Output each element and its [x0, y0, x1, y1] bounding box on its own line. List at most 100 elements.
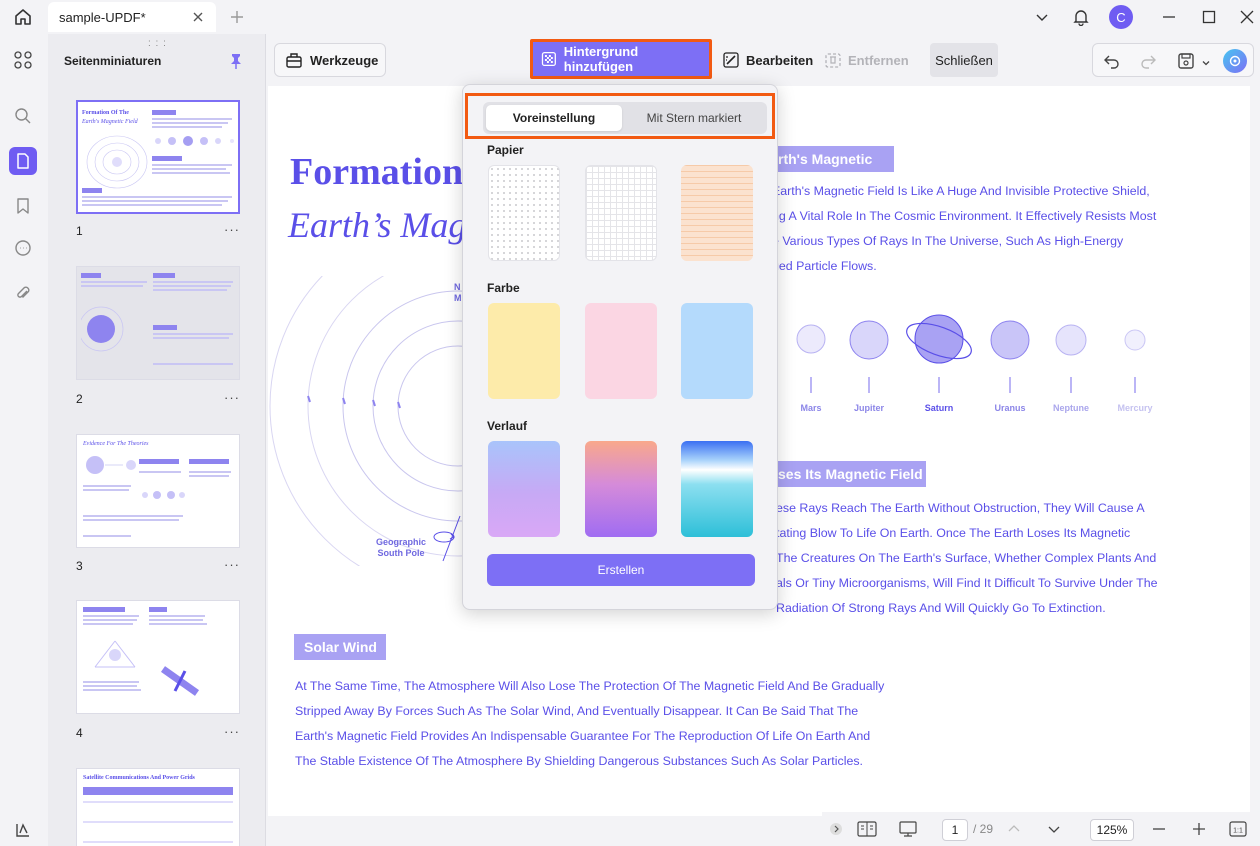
vertical-scrollbar[interactable] — [1250, 86, 1260, 846]
thumb-field-diagram — [86, 135, 148, 189]
section3-paragraph: At The Same Time, The Atmosphere Will Al… — [295, 679, 885, 768]
thumb-text-line — [189, 471, 231, 473]
tab-preset[interactable]: Voreinstellung — [486, 105, 622, 131]
redo-icon[interactable] — [1139, 52, 1157, 75]
color-yellow-swatch[interactable] — [488, 303, 560, 399]
grid-icon[interactable] — [9, 46, 37, 74]
gradient-ocean-swatch[interactable] — [681, 441, 753, 537]
next-page-icon[interactable] — [1046, 819, 1062, 839]
section-gradient-label: Verlauf — [487, 419, 528, 433]
color-blue-swatch[interactable] — [681, 303, 753, 399]
avatar[interactable]: C — [1109, 5, 1133, 29]
pin-icon[interactable] — [228, 52, 244, 75]
thumb-heading-bar — [139, 459, 179, 464]
thumb-text-line — [83, 685, 137, 687]
thumb-text-line — [83, 619, 137, 621]
paper-lined-swatch[interactable] — [681, 165, 753, 261]
thumb-text-line — [82, 204, 222, 206]
bookmark-icon[interactable] — [9, 192, 37, 220]
previous-page-icon[interactable] — [1006, 819, 1022, 839]
collapse-arrow-icon[interactable] — [828, 819, 844, 839]
bell-icon[interactable] — [1070, 6, 1092, 28]
zoom-in-icon[interactable] — [1190, 819, 1208, 839]
section-paper-label: Papier — [487, 143, 524, 157]
magnetic-field-diagram — [269, 276, 468, 566]
presentation-icon[interactable] — [896, 819, 920, 839]
thumb-text-line — [83, 485, 131, 487]
remove-button[interactable]: Entfernen — [824, 43, 919, 77]
thumb-subtitle: Earth's Magnetic Field — [82, 119, 138, 125]
thumb-text-line — [149, 619, 203, 621]
page-number-4: 4 — [76, 726, 83, 740]
thumb-title: Evidence For The Theories — [83, 441, 149, 447]
north-label: NM — [454, 282, 462, 303]
thumb-title: Formation Of The — [82, 110, 129, 116]
thumb-satellite — [160, 666, 200, 696]
thumb-diagram — [86, 456, 136, 474]
add-tab-icon[interactable] — [228, 8, 246, 26]
page-options-3[interactable]: ··· — [224, 557, 240, 572]
page-thumbnail-5[interactable]: Satellite Communications And Power Grids — [76, 768, 240, 846]
paper-grid-swatch[interactable] — [585, 165, 657, 261]
thumb-text-line — [153, 285, 231, 287]
thumb-text-line — [82, 196, 232, 198]
thumb-heading-bar — [82, 188, 102, 193]
minimize-icon[interactable] — [1158, 6, 1180, 28]
planet-label-jupiter: Jupiter — [853, 403, 884, 413]
gradient-sunset-swatch[interactable] — [585, 441, 657, 537]
actual-size-icon[interactable]: 1:1 — [1228, 819, 1248, 839]
page-number-2: 2 — [76, 392, 83, 406]
svg-text:1:1: 1:1 — [1233, 828, 1243, 835]
document-tab[interactable]: sample-UPDF* — [48, 2, 216, 32]
close-window-icon[interactable] — [1236, 6, 1258, 28]
tools-label: Werkzeuge — [310, 52, 379, 68]
page-thumbnail-4[interactable] — [76, 600, 240, 714]
page-thumbnails-icon[interactable] — [9, 147, 37, 175]
layers-icon[interactable] — [9, 816, 37, 844]
planet-label-mars: Mars — [800, 403, 822, 413]
thumb-heading-bar — [149, 607, 167, 612]
background-popup: Voreinstellung Mit Stern markiert Papier… — [462, 84, 778, 610]
page-layout-icon[interactable] — [856, 819, 878, 839]
background-icon — [541, 51, 556, 67]
edit-background-icon — [723, 52, 739, 68]
tools-button[interactable]: Werkzeuge — [274, 43, 386, 77]
tab-starred[interactable]: Mit Stern markiert — [623, 105, 765, 131]
paper-dotted-swatch[interactable] — [488, 165, 560, 261]
create-button[interactable]: Erstellen — [487, 554, 755, 586]
thumb-diagram — [94, 640, 136, 668]
doc-subtitle: Earth’s Mag — [288, 205, 467, 245]
search-icon[interactable] — [9, 102, 37, 130]
gradient-lavender-swatch[interactable] — [488, 441, 560, 537]
add-background-button[interactable]: Hintergrund hinzufügen — [530, 39, 712, 79]
attachment-icon[interactable] — [9, 279, 37, 307]
thumbnails-panel: : : : Seitenminiaturen Formation Of The … — [48, 34, 266, 846]
close-tab-icon[interactable] — [190, 9, 206, 25]
page-options-1[interactable]: ··· — [224, 222, 240, 237]
ai-assistant-icon[interactable] — [1223, 49, 1247, 73]
zoom-out-icon[interactable] — [1150, 819, 1168, 839]
save-options-chevron-icon[interactable] — [1201, 55, 1211, 73]
page-thumbnail-3[interactable]: Evidence For The Theories — [76, 434, 240, 548]
thumb-text-line — [152, 122, 228, 124]
page-options-2[interactable]: ··· — [224, 390, 240, 405]
page-thumbnail-2[interactable] — [76, 266, 240, 380]
save-icon[interactable] — [1177, 52, 1195, 75]
undo-icon[interactable] — [1103, 52, 1121, 75]
color-pink-swatch[interactable] — [585, 303, 657, 399]
page-number-input[interactable]: 1 — [942, 819, 968, 841]
zoom-level[interactable]: 125% — [1090, 819, 1134, 841]
maximize-icon[interactable] — [1198, 6, 1220, 28]
panel-drag-handle[interactable]: : : : — [148, 38, 167, 49]
chevron-down-icon[interactable] — [1032, 6, 1052, 28]
section1-paragraph: Earth's Magnetic Field Is Like A Huge An… — [772, 184, 1157, 273]
page-options-4[interactable]: ··· — [224, 724, 240, 739]
edit-button[interactable]: Bearbeiten — [720, 43, 815, 77]
home-icon[interactable] — [8, 5, 38, 29]
page-thumbnail-1[interactable]: Formation Of The Earth's Magnetic Field — [76, 100, 240, 214]
thumb-heading-bar — [153, 325, 177, 330]
close-button[interactable]: Schließen — [930, 43, 998, 77]
thumb-text-line — [81, 285, 143, 287]
comment-icon[interactable] — [9, 234, 37, 262]
planet-label-uranus: Uranus — [994, 403, 1026, 413]
